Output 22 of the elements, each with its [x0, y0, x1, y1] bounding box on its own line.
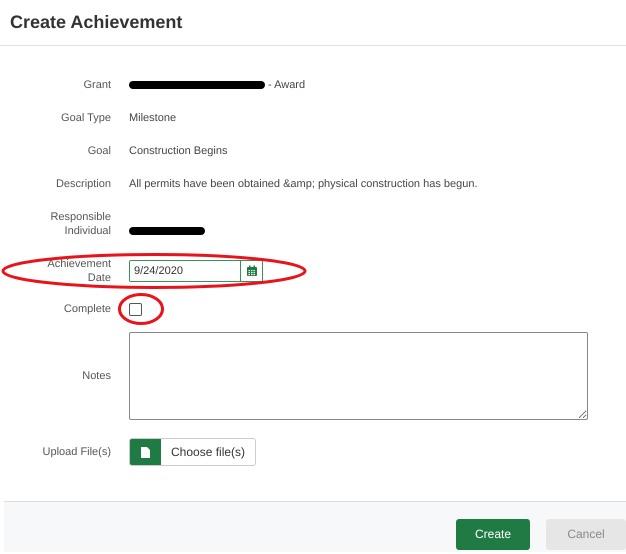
field-label: Grant [83, 78, 111, 92]
field-label: Upload File(s) [42, 445, 111, 459]
choose-file-button[interactable]: Choose file(s) [129, 438, 256, 466]
notes-field[interactable] [129, 332, 588, 420]
field-label: Notes [82, 369, 111, 383]
dialog-title: Create Achievement [10, 12, 182, 33]
file-icon [141, 446, 150, 458]
field-value: All permits have been obtained &amp; physical construction has begun. [129, 178, 478, 190]
field-label: Responsible Individual [49, 210, 111, 238]
field-label: Achievement Date [46, 256, 111, 284]
create-button[interactable]: Create [456, 518, 530, 550]
field-label: Description [56, 176, 111, 190]
field-label: Complete [64, 302, 111, 316]
field-label: Goal Type [61, 110, 111, 124]
date-field[interactable]: 9/24/2020 [129, 260, 263, 282]
calendar-icon [246, 264, 258, 276]
field-value: Construction Begins [129, 144, 228, 156]
field-value: - Award [268, 78, 306, 90]
complete-checkbox[interactable] [129, 302, 142, 316]
field-value: Milestone [129, 112, 176, 124]
field-label: Goal [88, 144, 111, 158]
calendar-button[interactable] [240, 260, 262, 280]
